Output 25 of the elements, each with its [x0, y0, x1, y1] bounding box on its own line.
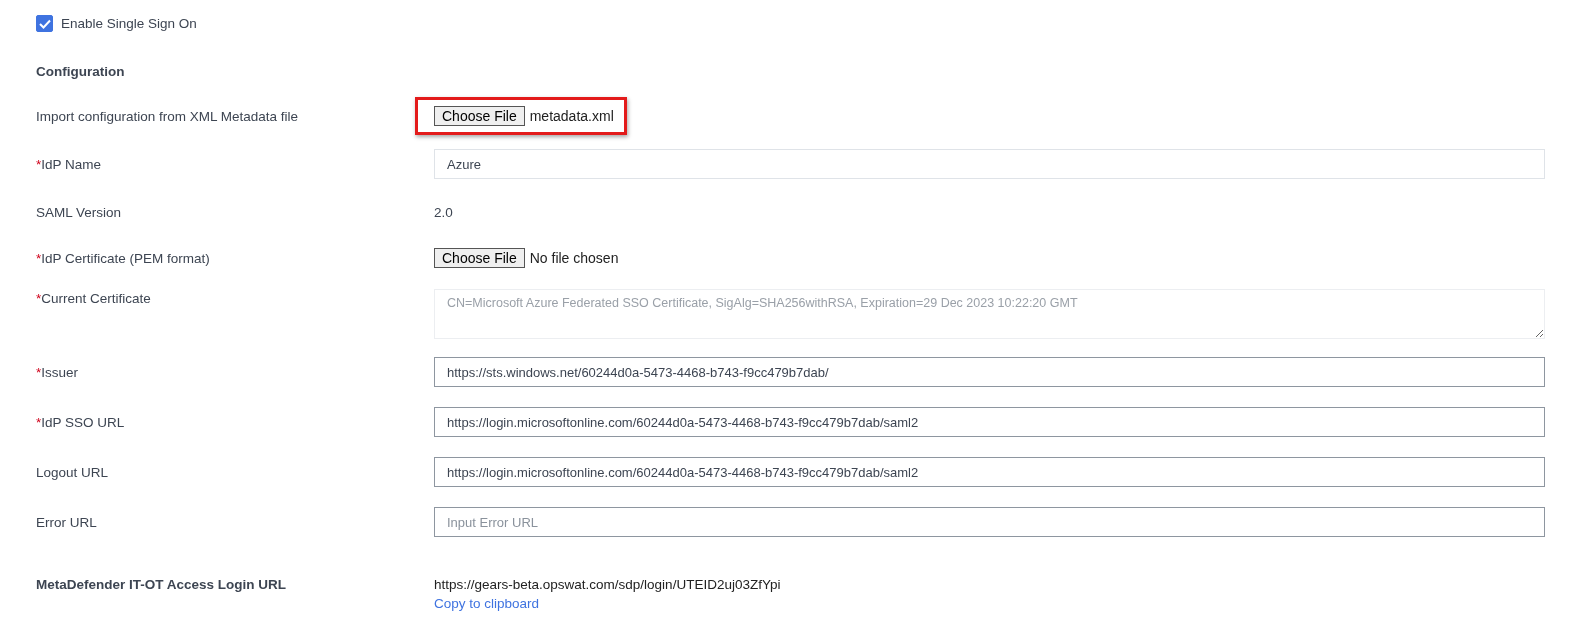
input-field[interactable]: https://login.microsoftonline.com/60244d0a-5473-4468-b743-f9cc479b7dab/saml2	[434, 407, 1545, 437]
login-url-label: MetaDefender IT-OT Access Login URL	[36, 577, 288, 594]
field-label: *Current Certificate	[36, 290, 152, 306]
input-field[interactable]: Input Error URL	[434, 507, 1545, 537]
field-label: *IdP Name	[36, 156, 103, 172]
checkbox-label: Enable Single Sign On	[61, 16, 197, 31]
input-field[interactable]: https://sts.windows.net/60244d0a-5473-4468-b743-f9cc479b7dab/	[434, 357, 1545, 387]
field-label: Import configuration from XML Metadata file	[36, 108, 300, 124]
field-label: *IdP SSO URL	[36, 414, 126, 430]
field-label: *IdP Certificate (PEM format)	[36, 250, 211, 266]
choose-file-button[interactable]: Choose File	[434, 106, 525, 126]
field-label: Error URL	[36, 514, 98, 530]
field-label: *Issuer	[36, 364, 80, 380]
file-name: No file chosen	[529, 250, 619, 266]
input-field[interactable]: Azure	[434, 149, 1545, 179]
section-title: Configuration	[36, 64, 126, 79]
field-label: Logout URL	[36, 464, 110, 480]
copy-link[interactable]: Copy to clipboard	[434, 596, 540, 611]
checkbox[interactable]	[36, 15, 53, 32]
login-url: https://gears-beta.opswat.com/sdp/login/UTEID2uj03ZfYpi	[434, 577, 782, 592]
field-label: SAML Version	[36, 204, 123, 220]
input-field[interactable]: https://login.microsoftonline.com/60244d0a-5473-4468-b743-f9cc479b7dab/saml2	[434, 457, 1545, 487]
field-value: 2.0	[434, 204, 453, 220]
choose-file-button[interactable]: Choose File	[434, 248, 525, 268]
file-name: metadata.xml	[529, 108, 614, 124]
